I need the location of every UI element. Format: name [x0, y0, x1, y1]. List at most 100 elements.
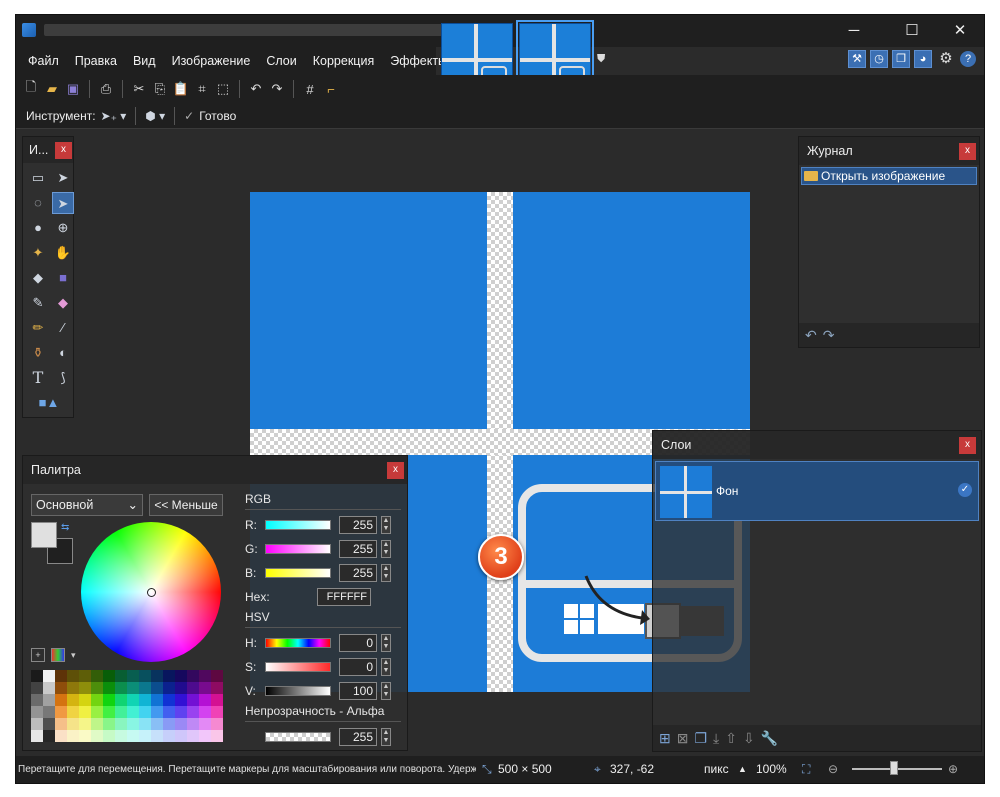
palette-swatch[interactable] — [199, 694, 211, 706]
color-mode-select[interactable]: Основной ⌄ — [31, 494, 143, 516]
crop-icon[interactable]: ⌗ — [193, 80, 211, 98]
ellipse-select-icon[interactable]: ● — [27, 217, 49, 239]
palette-swatch[interactable] — [139, 694, 151, 706]
maximize-button[interactable]: ☐ — [890, 15, 934, 47]
palette-swatch[interactable] — [127, 706, 139, 718]
palette-swatch[interactable] — [139, 730, 151, 742]
palette-swatch[interactable] — [139, 706, 151, 718]
palette-swatch[interactable] — [91, 730, 103, 742]
palette-swatch[interactable] — [127, 730, 139, 742]
palette-swatch[interactable] — [31, 670, 43, 682]
palette-swatch[interactable] — [187, 718, 199, 730]
help-icon[interactable]: ? — [960, 51, 976, 67]
deselect-icon[interactable]: ⬚ — [214, 80, 232, 98]
palette-swatch[interactable] — [199, 670, 211, 682]
menu-image[interactable]: Изображение — [164, 47, 259, 75]
h-spinner[interactable]: ▲ ▼ — [381, 634, 391, 652]
palette-swatch[interactable] — [187, 682, 199, 694]
add-layer-icon[interactable]: ⊞ — [659, 730, 671, 747]
line-curve-icon[interactable]: ⟆ — [52, 367, 74, 389]
g-slider[interactable] — [265, 544, 331, 554]
palette-swatch[interactable] — [199, 718, 211, 730]
merge-layer-down-icon[interactable]: ⤓ — [713, 730, 719, 747]
undo-icon[interactable]: ↶ — [247, 80, 265, 98]
units-select[interactable]: пикс — [704, 762, 729, 776]
ruler-icon[interactable]: ⌐ — [322, 80, 340, 98]
zoom-level[interactable]: 100% — [756, 762, 787, 776]
palette-swatch[interactable] — [163, 718, 175, 730]
layer-properties-icon[interactable]: 🔧 — [761, 730, 778, 747]
palette-swatch[interactable] — [67, 670, 79, 682]
grid-icon[interactable]: # — [301, 80, 319, 98]
palette-swatch[interactable] — [55, 670, 67, 682]
palette-swatch[interactable] — [151, 694, 163, 706]
s-spinner[interactable]: ▲ ▼ — [381, 658, 391, 676]
zoom-out-icon[interactable]: ⊖ — [828, 762, 838, 776]
g-spinner[interactable]: ▲ ▼ — [381, 540, 391, 558]
hex-input[interactable]: FFFFFF — [317, 588, 371, 606]
palette-swatch[interactable] — [67, 718, 79, 730]
palette-swatch[interactable] — [139, 718, 151, 730]
palette-dropdown-icon[interactable]: ▾ — [71, 648, 76, 662]
palette-swatch[interactable] — [211, 730, 223, 742]
menu-view[interactable]: Вид — [125, 47, 164, 75]
palette-swatch[interactable] — [199, 682, 211, 694]
palette-swatch[interactable] — [115, 670, 127, 682]
paint-bucket-icon[interactable]: ◆ — [27, 267, 49, 289]
history-window-toggle-icon[interactable]: ◷ — [870, 50, 888, 68]
palette-swatch[interactable] — [199, 730, 211, 742]
paste-icon[interactable]: 📋 — [172, 80, 190, 98]
palette-swatch[interactable] — [127, 718, 139, 730]
palette-swatch[interactable] — [55, 718, 67, 730]
open-file-icon[interactable]: ▰ — [43, 80, 61, 98]
move-selected-icon[interactable]: ➤ — [52, 192, 74, 214]
palette-swatch[interactable] — [91, 694, 103, 706]
done-button[interactable]: Готово — [199, 109, 236, 123]
tools-window-toggle-icon[interactable]: ⚒ — [848, 50, 866, 68]
palette-swatch[interactable] — [79, 694, 91, 706]
g-value-input[interactable]: 255 — [339, 540, 377, 558]
swap-colors-icon[interactable]: ⇆ — [61, 522, 69, 533]
palette-swatch[interactable] — [163, 706, 175, 718]
selection-mode-icon[interactable]: ⬢ ▾ — [145, 109, 165, 123]
palette-swatch[interactable] — [55, 706, 67, 718]
recolor-icon[interactable]: ◐ — [52, 342, 74, 364]
colors-window-toggle-icon[interactable]: ◕ — [914, 50, 932, 68]
palette-swatch[interactable] — [187, 694, 199, 706]
palette-swatch[interactable] — [175, 706, 187, 718]
palette-swatch[interactable] — [151, 730, 163, 742]
delete-layer-icon[interactable]: ⊠ — [677, 730, 689, 747]
save-icon[interactable]: ▣ — [64, 80, 82, 98]
palette-swatch[interactable] — [31, 730, 43, 742]
alpha-value-input[interactable]: 255 — [339, 728, 377, 746]
palette-swatch[interactable] — [127, 670, 139, 682]
palette-swatch[interactable] — [103, 694, 115, 706]
move-layer-down-icon[interactable]: ⇩ — [743, 730, 755, 747]
layers-window-toggle-icon[interactable]: ❐ — [892, 50, 910, 68]
rect-select-icon[interactable]: ▭ — [27, 167, 49, 189]
palette-swatch[interactable] — [43, 682, 55, 694]
palette-swatch[interactable] — [67, 694, 79, 706]
palette-swatch[interactable] — [79, 718, 91, 730]
alpha-slider[interactable] — [265, 732, 331, 742]
history-item-open-image[interactable]: Открыть изображение — [801, 167, 977, 185]
palette-swatch[interactable] — [187, 706, 199, 718]
clone-stamp-icon[interactable]: ⚱ — [27, 342, 49, 364]
palette-swatch[interactable] — [79, 670, 91, 682]
palette-swatch[interactable] — [139, 670, 151, 682]
layers-panel-close-button[interactable]: x — [959, 437, 976, 454]
s-value-input[interactable]: 0 — [339, 658, 377, 676]
palette-swatch[interactable] — [79, 706, 91, 718]
magic-wand-icon[interactable]: ✦ — [27, 242, 49, 264]
palette-swatch[interactable] — [211, 718, 223, 730]
palette-menu-icon[interactable] — [51, 648, 65, 662]
palette-swatch[interactable] — [175, 670, 187, 682]
palette-swatch[interactable] — [139, 682, 151, 694]
menu-edit[interactable]: Правка — [67, 47, 125, 75]
lasso-icon[interactable]: ◌ — [27, 192, 49, 214]
current-tool-icon[interactable]: ➤₊ ▾ — [101, 109, 127, 123]
palette-swatch[interactable] — [55, 694, 67, 706]
palette-swatch[interactable] — [211, 694, 223, 706]
palette-swatch[interactable] — [175, 694, 187, 706]
close-window-button[interactable]: ✕ — [938, 15, 982, 47]
